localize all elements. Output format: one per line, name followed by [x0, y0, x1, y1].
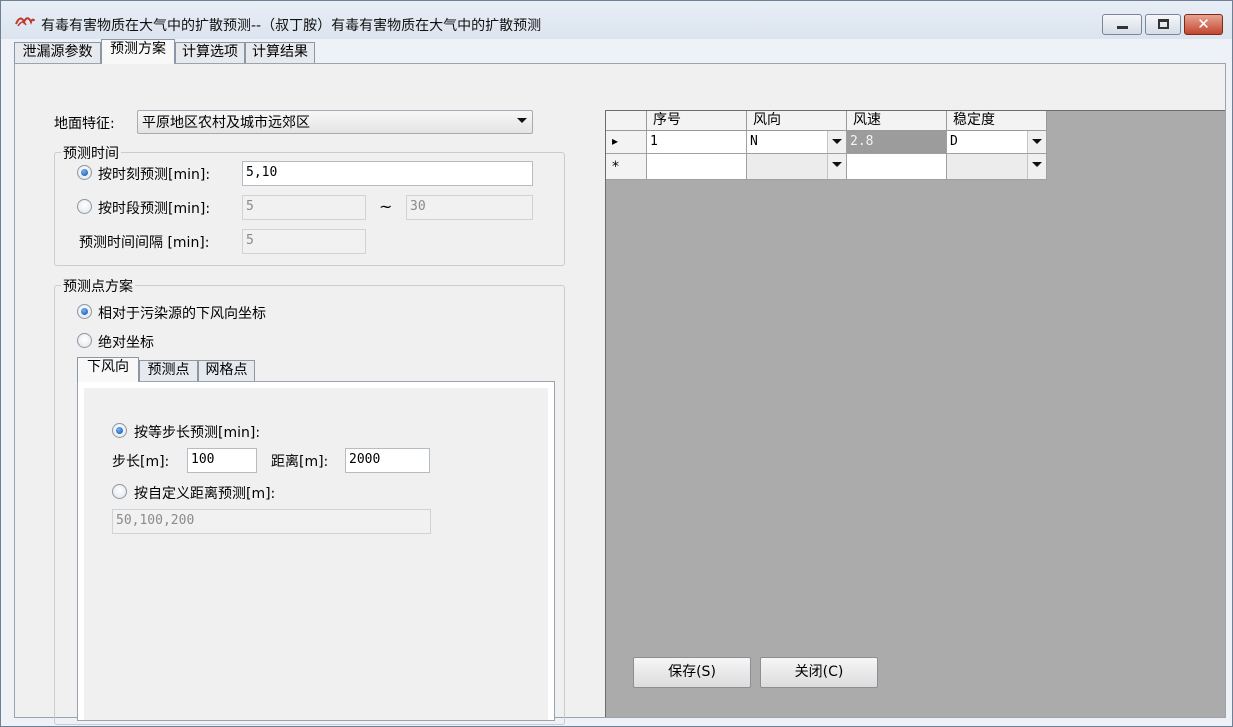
stability-combo-cell[interactable] [947, 154, 1047, 180]
terrain-label: 地面特征: [54, 116, 115, 132]
column-header-stability[interactable]: 稳定度 [947, 111, 1047, 131]
custom-distance-radio[interactable] [112, 484, 127, 499]
column-header-speed[interactable]: 风速 [847, 111, 947, 131]
chevron-down-icon[interactable] [1027, 154, 1046, 179]
maximize-icon [1158, 19, 1169, 29]
stability-combo-cell[interactable]: D [947, 131, 1047, 154]
cell-value: D [950, 134, 958, 149]
interval-input[interactable]: 5 [242, 229, 366, 254]
relative-coords-label: 相对于污染源的下风向坐标 [98, 306, 266, 322]
minimize-button[interactable] [1102, 14, 1142, 35]
table-cell-speed[interactable]: 2.8 [847, 131, 947, 154]
chevron-down-icon[interactable] [827, 131, 846, 153]
tab-leak-source[interactable]: 泄漏源参数 [14, 42, 101, 63]
tab-prediction-plan[interactable]: 预测方案 [101, 39, 175, 64]
maximize-button[interactable] [1145, 14, 1181, 35]
table-cell-index[interactable] [647, 154, 747, 180]
interval-label: 预测时间间隔 [min]: [79, 235, 210, 251]
chevron-down-icon[interactable] [1027, 131, 1046, 153]
weather-data-grid[interactable]: 序号 风向 风速 稳定度 ▸ 1 N 2.8 D * [605, 110, 1225, 717]
app-window: 有毒有害物质在大气中的扩散预测--（叔丁胺）有毒有害物质在大气中的扩散预测 ✕ … [0, 0, 1233, 727]
cell-value: 1 [650, 134, 658, 149]
equal-step-label: 按等步长预测[min]: [134, 425, 261, 441]
grid-corner-header [606, 111, 647, 131]
chevron-down-icon [517, 118, 527, 123]
tab-calc-options[interactable]: 计算选项 [175, 42, 245, 63]
row-header[interactable]: ▸ [606, 131, 647, 154]
distance-label: 距离[m]: [271, 454, 329, 470]
range-tilde: ~ [379, 197, 393, 216]
absolute-coords-radio[interactable] [77, 333, 92, 348]
equal-step-radio[interactable] [112, 423, 127, 438]
save-button[interactable]: 保存(S) [633, 657, 751, 688]
custom-distance-label: 按自定义距离预测[m]: [134, 486, 276, 502]
cell-value: 2.8 [850, 134, 874, 149]
cell-value: N [750, 134, 758, 149]
step-label: 步长[m]: [112, 454, 170, 470]
period-to-input[interactable]: 30 [406, 195, 533, 220]
tab-downwind[interactable]: 下风向 [77, 357, 139, 382]
close-icon: ✕ [1197, 15, 1210, 33]
chevron-down-icon[interactable] [827, 154, 846, 179]
column-header-index[interactable]: 序号 [647, 111, 747, 131]
period-from-input[interactable]: 5 [242, 195, 366, 220]
new-row-header[interactable]: * [606, 154, 647, 180]
close-button[interactable]: 关闭(C) [760, 657, 878, 688]
tab-predict-points[interactable]: 预测点 [139, 360, 198, 381]
distance-input[interactable]: 2000 [345, 448, 430, 473]
predict-points-title: 预测点方案 [61, 276, 135, 296]
table-cell-index[interactable]: 1 [647, 131, 747, 154]
tab-grid-points[interactable]: 网格点 [198, 360, 255, 381]
window-title: 有毒有害物质在大气中的扩散预测--（叔丁胺）有毒有害物质在大气中的扩散预测 [41, 18, 542, 34]
relative-coords-radio[interactable] [77, 304, 92, 319]
by-moment-label: 按时刻预测[min]: [98, 167, 211, 183]
close-window-button[interactable]: ✕ [1184, 14, 1223, 35]
minimize-icon [1117, 26, 1128, 29]
by-period-label: 按时段预测[min]: [98, 201, 211, 217]
new-row-asterisk-icon: * [612, 159, 619, 175]
predict-time-title: 预测时间 [61, 143, 121, 163]
custom-distance-input[interactable]: 50,100,200 [112, 509, 431, 534]
by-period-radio[interactable] [77, 199, 92, 214]
by-moment-input[interactable]: 5,10 [242, 161, 533, 186]
direction-combo-cell[interactable] [747, 154, 847, 180]
column-header-direction[interactable]: 风向 [747, 111, 847, 131]
by-moment-radio[interactable] [77, 165, 92, 180]
step-input[interactable]: 100 [187, 448, 257, 473]
current-row-indicator-icon: ▸ [612, 134, 619, 148]
title-bar: 有毒有害物质在大气中的扩散预测--（叔丁胺）有毒有害物质在大气中的扩散预测 ✕ [1, 1, 1232, 39]
terrain-select[interactable]: 平原地区农村及城市远郊区 [137, 110, 533, 134]
terrain-selected-value: 平原地区农村及城市远郊区 [142, 115, 310, 131]
absolute-coords-label: 绝对坐标 [98, 335, 154, 351]
table-cell-speed[interactable] [847, 154, 947, 180]
direction-combo-cell[interactable]: N [747, 131, 847, 154]
tab-calc-results[interactable]: 计算结果 [245, 42, 315, 63]
app-logo-icon [15, 17, 35, 27]
